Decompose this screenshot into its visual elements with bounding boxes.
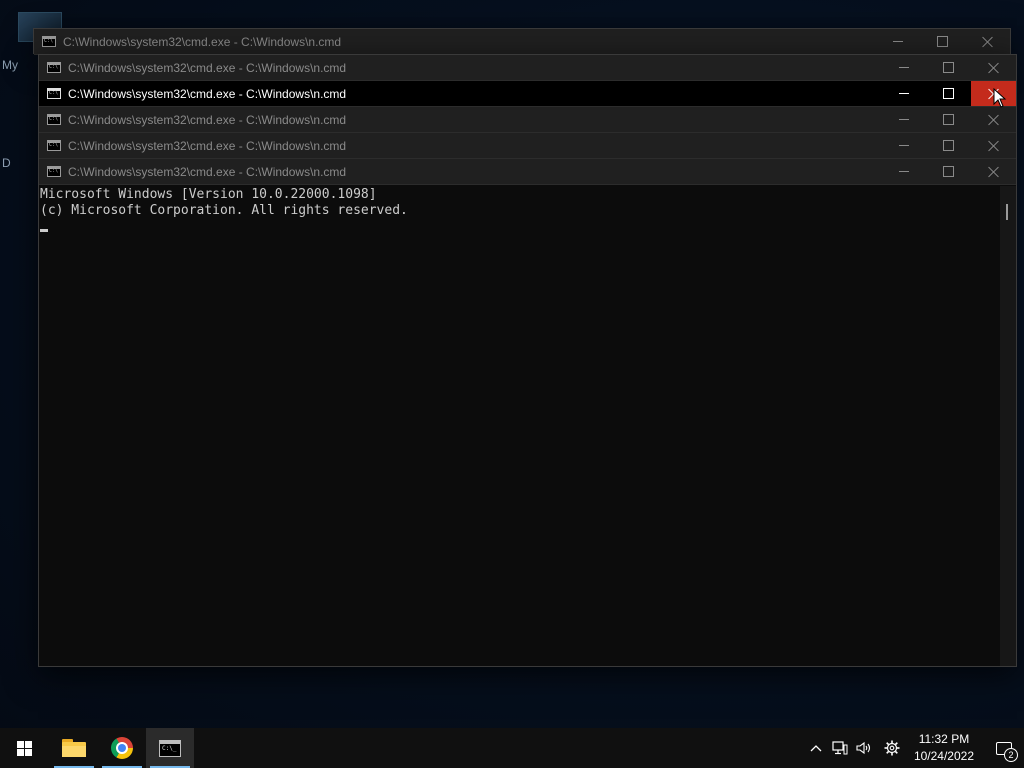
cmd-icon <box>42 36 56 47</box>
minimize-icon <box>892 41 903 42</box>
console-output[interactable]: Microsoft Windows [Version 10.0.22000.10… <box>39 186 1000 666</box>
network-icon <box>832 741 848 755</box>
cmd-window[interactable]: C:\Windows\system32\cmd.exe - C:\Windows… <box>38 54 1017 667</box>
close-button[interactable] <box>971 107 1016 132</box>
close-icon <box>988 166 1000 178</box>
maximize-button[interactable] <box>926 55 971 80</box>
minimize-icon <box>898 119 909 120</box>
window-titlebar[interactable]: C:\Windows\system32\cmd.exe - C:\Windows… <box>39 133 1016 159</box>
system-tray: 11:32 PM 10/24/2022 2 <box>804 728 1024 768</box>
windows-logo-icon <box>16 740 32 756</box>
maximize-icon <box>937 36 948 47</box>
close-button[interactable] <box>971 133 1016 158</box>
maximize-icon <box>943 88 954 99</box>
vertical-scrollbar[interactable] <box>1000 186 1016 666</box>
minimize-button[interactable] <box>881 81 926 106</box>
maximize-icon <box>943 114 954 125</box>
cmd-icon: C:\_ <box>159 739 181 757</box>
taskbar-chrome[interactable] <box>98 728 146 768</box>
taskbar-command-prompt[interactable]: C:\_ <box>146 728 194 768</box>
window-titlebar[interactable]: C:\Windows\system32\cmd.exe - C:\Windows… <box>39 55 1016 81</box>
window-titlebar[interactable]: C:\Windows\system32\cmd.exe - C:\Windows… <box>39 107 1016 133</box>
minimize-icon <box>898 93 909 94</box>
folder-icon <box>62 739 86 757</box>
minimize-button[interactable] <box>881 55 926 80</box>
minimize-icon <box>898 145 909 146</box>
cmd-icon <box>47 62 61 73</box>
window-title: C:\Windows\system32\cmd.exe - C:\Windows… <box>68 112 347 127</box>
show-hidden-icons-button[interactable] <box>804 728 828 768</box>
cmd-icon <box>47 114 61 125</box>
settings-button[interactable] <box>880 728 904 768</box>
cmd-window-back[interactable]: C:\Windows\system32\cmd.exe - C:\Windows… <box>33 28 1011 55</box>
taskbar-file-explorer[interactable] <box>50 728 98 768</box>
notification-center-button[interactable]: 2 <box>984 728 1024 768</box>
maximize-button[interactable] <box>926 107 971 132</box>
minimize-button[interactable] <box>875 29 920 54</box>
minimize-button[interactable] <box>881 107 926 132</box>
close-icon <box>982 36 994 48</box>
minimize-button[interactable] <box>881 159 926 184</box>
minimize-icon <box>898 67 909 68</box>
close-button[interactable] <box>965 29 1010 54</box>
scrollbar-thumb[interactable] <box>1006 204 1008 220</box>
maximize-icon <box>943 166 954 177</box>
maximize-button[interactable] <box>926 133 971 158</box>
gear-icon <box>884 740 900 756</box>
maximize-icon <box>943 140 954 151</box>
maximize-button[interactable] <box>926 159 971 184</box>
clock-time: 11:32 PM <box>918 732 970 746</box>
close-button[interactable] <box>971 159 1016 184</box>
close-icon <box>988 140 1000 152</box>
chevron-up-icon <box>810 745 822 752</box>
network-button[interactable] <box>828 728 852 768</box>
window-titlebar-active[interactable]: C:\Windows\system32\cmd.exe - C:\Windows… <box>39 81 1016 107</box>
window-title: C:\Windows\system32\cmd.exe - C:\Windows… <box>68 164 347 179</box>
window-title: C:\Windows\system32\cmd.exe - C:\Windows… <box>68 86 347 101</box>
desktop-icon-label: My <box>2 58 18 72</box>
minimize-button[interactable] <box>881 133 926 158</box>
window-title: C:\Windows\system32\cmd.exe - C:\Windows… <box>68 60 347 75</box>
maximize-icon <box>943 62 954 73</box>
desktop-icon-label: D <box>2 156 11 170</box>
notification-count-badge: 2 <box>1004 748 1018 762</box>
window-titlebar[interactable]: C:\Windows\system32\cmd.exe - C:\Windows… <box>39 159 1016 185</box>
chrome-icon <box>111 737 133 759</box>
taskbar-clock[interactable]: 11:32 PM 10/24/2022 <box>904 731 984 765</box>
speaker-icon <box>856 741 870 755</box>
console-line: (c) Microsoft Corporation. All rights re… <box>40 203 408 218</box>
window-title: C:\Windows\system32\cmd.exe - C:\Windows… <box>68 138 347 153</box>
close-icon <box>988 62 1000 74</box>
maximize-button[interactable] <box>920 29 965 54</box>
window-titlebar[interactable]: C:\Windows\system32\cmd.exe - C:\Windows… <box>34 29 1010 55</box>
start-button[interactable] <box>0 728 48 768</box>
text-cursor <box>40 229 48 232</box>
minimize-icon <box>898 171 909 172</box>
mouse-pointer-icon <box>993 88 1007 108</box>
cmd-icon <box>47 88 61 99</box>
volume-button[interactable] <box>852 728 876 768</box>
clock-date: 10/24/2022 <box>913 749 974 763</box>
taskbar: C:\_ 11:32 PM 10/24/2022 2 <box>0 728 1024 768</box>
window-title: C:\Windows\system32\cmd.exe - C:\Windows… <box>63 34 342 49</box>
console-line: Microsoft Windows [Version 10.0.22000.10… <box>40 187 377 202</box>
cmd-icon <box>47 140 61 151</box>
maximize-button[interactable] <box>926 81 971 106</box>
cmd-icon <box>47 166 61 177</box>
close-icon <box>988 114 1000 126</box>
close-button[interactable] <box>971 55 1016 80</box>
